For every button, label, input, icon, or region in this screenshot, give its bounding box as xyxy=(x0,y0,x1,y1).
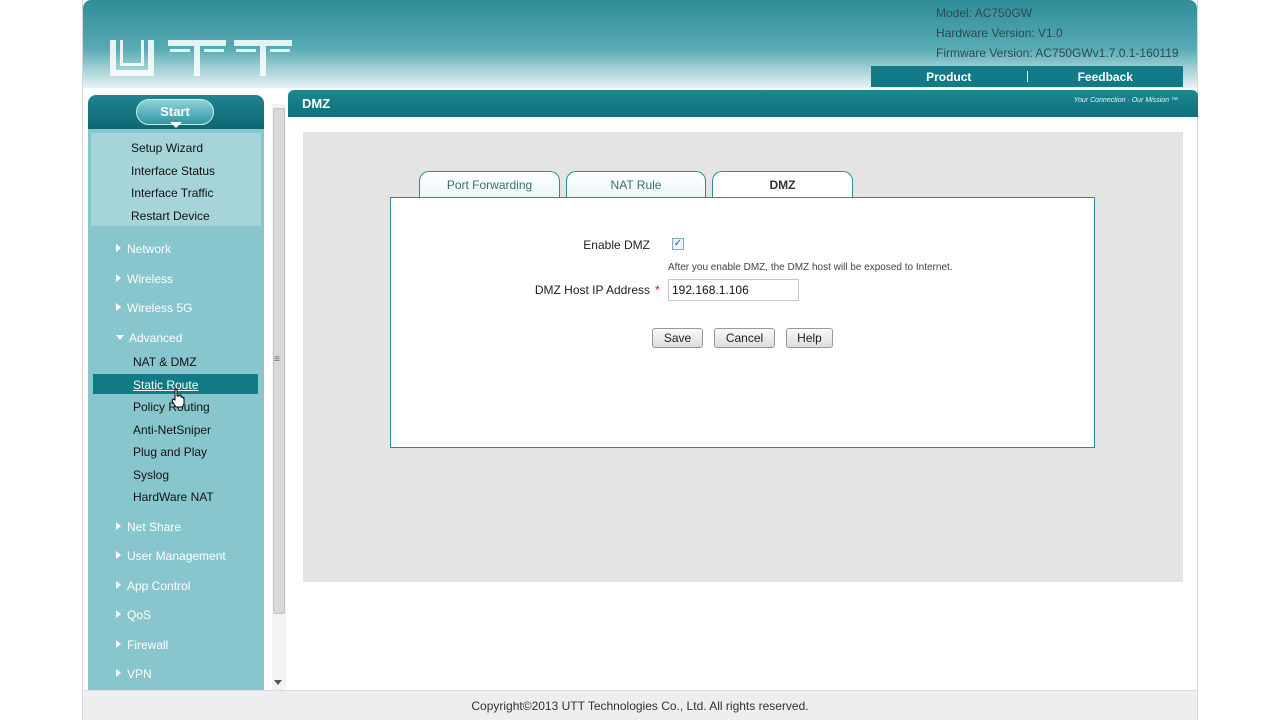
sidebar-item-interface-traffic[interactable]: Interface Traffic xyxy=(131,186,213,200)
grip-icon: ≡ xyxy=(274,354,280,365)
sidebar-item-setup-wizard[interactable]: Setup Wizard xyxy=(131,141,203,155)
sidebar-category-net-share[interactable]: Net Share xyxy=(116,520,181,534)
model-text: Model: AC750GW xyxy=(936,6,1033,20)
sidebar-category-label: Wireless xyxy=(127,272,174,286)
content-header: DMZ Your Connection · Our Mission ™ xyxy=(288,90,1198,117)
sidebar-category-firewall[interactable]: Firewall xyxy=(116,638,168,652)
cancel-button[interactable]: Cancel xyxy=(714,328,775,348)
sidebar-category-label: Wireless 5G xyxy=(127,301,193,315)
sidebar-category-label: App Control xyxy=(127,579,191,593)
tab-port-forwarding[interactable]: Port Forwarding xyxy=(419,171,560,198)
nav-feedback[interactable]: Feedback xyxy=(1028,70,1184,84)
dmz-panel xyxy=(390,197,1095,448)
expand-arrow-icon xyxy=(116,669,121,677)
enable-dmz-checkbox[interactable]: ✓ xyxy=(672,238,684,250)
sidebar-category-advanced[interactable]: Advanced xyxy=(116,331,182,345)
collapse-arrow-icon xyxy=(116,335,124,340)
hardware-version-text: Hardware Version: V1.0 xyxy=(936,26,1063,40)
hand-cursor-icon xyxy=(171,388,185,408)
required-marker: * xyxy=(655,283,660,297)
sidebar-category-wireless-5g[interactable]: Wireless 5G xyxy=(116,301,192,315)
sidebar-item-hardware-nat[interactable]: HardWare NAT xyxy=(133,490,214,504)
expand-arrow-icon xyxy=(116,610,121,618)
help-button[interactable]: Help xyxy=(786,328,833,348)
sidebar-item-syslog[interactable]: Syslog xyxy=(133,468,169,482)
sidebar-category-network[interactable]: Network xyxy=(116,242,171,256)
sidebar-item-static-route[interactable]: Static Route xyxy=(133,378,198,392)
sidebar-category-qos[interactable]: QoS xyxy=(116,608,151,622)
sidebar-scrollbar[interactable]: ≡ xyxy=(271,104,287,690)
scroll-down-arrow-icon[interactable] xyxy=(274,680,282,685)
firmware-version-text: Firmware Version: AC750GWv1.7.0.1-160119 xyxy=(936,46,1179,60)
start-arrow-icon xyxy=(170,122,182,128)
sidebar-category-user-management[interactable]: User Management xyxy=(116,549,226,563)
expand-arrow-icon xyxy=(116,274,121,282)
expand-arrow-icon xyxy=(116,244,121,252)
dmz-note-text: After you enable DMZ, the DMZ host will … xyxy=(668,262,953,273)
sidebar-category-label: QoS xyxy=(127,608,152,622)
dmz-host-ip-label: DMZ Host IP Address xyxy=(534,283,650,297)
expand-arrow-icon xyxy=(116,640,121,648)
tab-nat-rule[interactable]: NAT Rule xyxy=(566,171,706,198)
sidebar-category-label: VPN xyxy=(127,667,152,681)
dmz-host-ip-input[interactable] xyxy=(668,279,799,301)
sidebar-category-wireless[interactable]: Wireless xyxy=(116,272,173,286)
sidebar-category-label: Firewall xyxy=(127,638,169,652)
sidebar-item-restart-device[interactable]: Restart Device xyxy=(131,209,210,223)
sidebar-item-plug-and-play[interactable]: Plug and Play xyxy=(133,445,207,459)
expand-arrow-icon xyxy=(116,522,121,530)
sidebar-category-vpn[interactable]: VPN xyxy=(116,667,152,681)
sidebar-category-app-control[interactable]: App Control xyxy=(116,579,190,593)
expand-arrow-icon xyxy=(116,551,121,559)
expand-arrow-icon xyxy=(116,303,121,311)
sidebar-item-anti-netsniper[interactable]: Anti-NetSniper xyxy=(133,423,211,437)
sidebar-item-nat-dmz[interactable]: NAT & DMZ xyxy=(133,355,197,369)
enable-dmz-label: Enable DMZ xyxy=(583,238,650,252)
footer: Copyright©2013 UTT Technologies Co., Ltd… xyxy=(83,690,1197,720)
top-nav: Product Feedback xyxy=(871,66,1183,87)
save-button[interactable]: Save xyxy=(652,328,703,348)
tab-dmz[interactable]: DMZ xyxy=(712,171,853,199)
model-info: Model: AC750GW Hardware Version: V1.0 Fi… xyxy=(936,3,1179,63)
nav-product[interactable]: Product xyxy=(871,70,1027,84)
expand-arrow-icon xyxy=(116,581,121,589)
sidebar-category-label: Advanced xyxy=(129,331,183,345)
sidebar-category-label: Net Share xyxy=(127,520,182,534)
sidebar-category-label: User Management xyxy=(127,549,226,563)
sidebar-item-interface-status[interactable]: Interface Status xyxy=(131,164,215,178)
page-title: DMZ xyxy=(302,96,331,111)
utt-logo-icon xyxy=(110,40,292,76)
brand-tagline: Your Connection · Our Mission ™ xyxy=(1073,97,1178,104)
sidebar-category-label: Network xyxy=(127,242,172,256)
copyright-text: Copyright©2013 UTT Technologies Co., Ltd… xyxy=(471,699,809,713)
